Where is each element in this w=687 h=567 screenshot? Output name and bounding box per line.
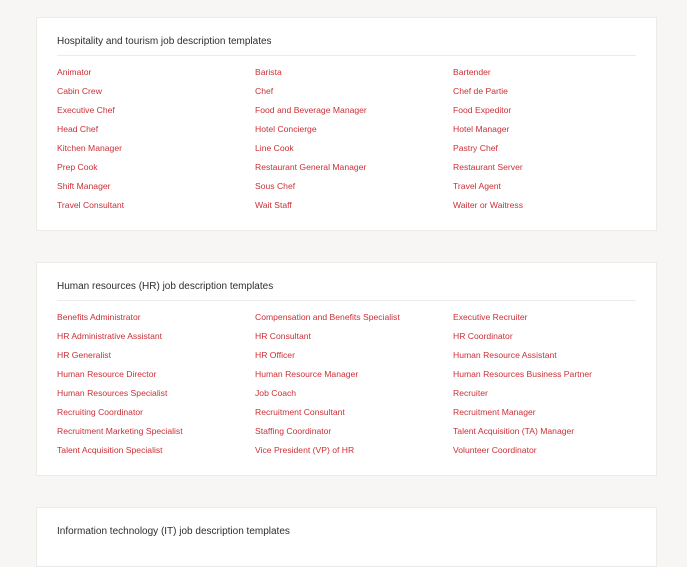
job-template-link[interactable]: Human Resources Business Partner <box>453 368 633 387</box>
job-template-link[interactable]: Job Coach <box>255 387 453 406</box>
job-template-link[interactable]: Animator <box>57 66 255 85</box>
job-template-link[interactable]: Hotel Concierge <box>255 123 453 142</box>
job-template-link[interactable]: Wait Staff <box>255 199 453 218</box>
job-template-link[interactable]: Travel Agent <box>453 180 633 199</box>
section-card-it: Information technology (IT) job descript… <box>36 507 657 567</box>
section-title: Hospitality and tourism job description … <box>57 36 272 47</box>
job-template-link[interactable]: Compensation and Benefits Specialist <box>255 311 453 330</box>
job-template-link[interactable]: Staffing Coordinator <box>255 425 453 444</box>
job-template-link[interactable]: Shift Manager <box>57 180 255 199</box>
job-template-link[interactable]: Recruitment Consultant <box>255 406 453 425</box>
job-template-link[interactable]: HR Officer <box>255 349 453 368</box>
job-template-link[interactable]: HR Coordinator <box>453 330 633 349</box>
job-template-link[interactable]: Recruiter <box>453 387 633 406</box>
job-template-link[interactable]: Executive Chef <box>57 104 255 123</box>
job-template-link[interactable]: Vice President (VP) of HR <box>255 444 453 463</box>
job-template-link[interactable]: Talent Acquisition Specialist <box>57 444 255 463</box>
job-template-link[interactable]: Hotel Manager <box>453 123 633 142</box>
job-template-link[interactable]: Barista <box>255 66 453 85</box>
job-template-link[interactable]: Talent Acquisition (TA) Manager <box>453 425 633 444</box>
job-template-link[interactable]: Restaurant Server <box>453 161 633 180</box>
job-template-link[interactable]: Recruitment Manager <box>453 406 633 425</box>
divider <box>57 300 636 301</box>
job-template-link[interactable]: Cabin Crew <box>57 85 255 104</box>
job-template-link[interactable]: Travel Consultant <box>57 199 255 218</box>
job-template-link[interactable]: Prep Cook <box>57 161 255 180</box>
job-link-grid: Benefits Administrator Compensation and B… <box>57 311 633 463</box>
job-template-link[interactable]: Chef <box>255 85 453 104</box>
job-template-link[interactable]: Pastry Chef <box>453 142 633 161</box>
job-template-link[interactable]: Restaurant General Manager <box>255 161 453 180</box>
job-template-link[interactable]: Bartender <box>453 66 633 85</box>
job-template-link[interactable]: Sous Chef <box>255 180 453 199</box>
job-template-link[interactable]: Chef de Partie <box>453 85 633 104</box>
section-card-hr: Human resources (HR) job description tem… <box>36 262 657 476</box>
job-template-link[interactable]: Benefits Administrator <box>57 311 255 330</box>
job-link-grid: Animator Barista Bartender Cabin Crew Chef Ch… <box>57 66 633 218</box>
job-template-link[interactable]: Kitchen Manager <box>57 142 255 161</box>
divider <box>57 55 636 56</box>
job-template-link[interactable]: Food and Beverage Manager <box>255 104 453 123</box>
job-template-link[interactable]: Line Cook <box>255 142 453 161</box>
job-template-link[interactable]: Recruiting Coordinator <box>57 406 255 425</box>
job-template-link[interactable]: Human Resources Specialist <box>57 387 255 406</box>
section-title: Human resources (HR) job description tem… <box>57 281 274 292</box>
job-template-link[interactable]: Head Chef <box>57 123 255 142</box>
section-title: Information technology (IT) job descript… <box>57 526 290 537</box>
job-template-link[interactable]: Food Expeditor <box>453 104 633 123</box>
job-template-link[interactable]: HR Consultant <box>255 330 453 349</box>
job-template-link[interactable]: Human Resource Director <box>57 368 255 387</box>
job-template-link[interactable]: Waiter or Waitress <box>453 199 633 218</box>
job-template-link[interactable]: HR Generalist <box>57 349 255 368</box>
job-template-link[interactable]: Human Resource Assistant <box>453 349 633 368</box>
section-card-hospitality: Hospitality and tourism job description … <box>36 17 657 231</box>
job-template-link[interactable]: HR Administrative Assistant <box>57 330 255 349</box>
job-template-link[interactable]: Recruitment Marketing Specialist <box>57 425 255 444</box>
job-template-link[interactable]: Executive Recruiter <box>453 311 633 330</box>
job-template-link[interactable]: Human Resource Manager <box>255 368 453 387</box>
job-template-link[interactable]: Volunteer Coordinator <box>453 444 633 463</box>
